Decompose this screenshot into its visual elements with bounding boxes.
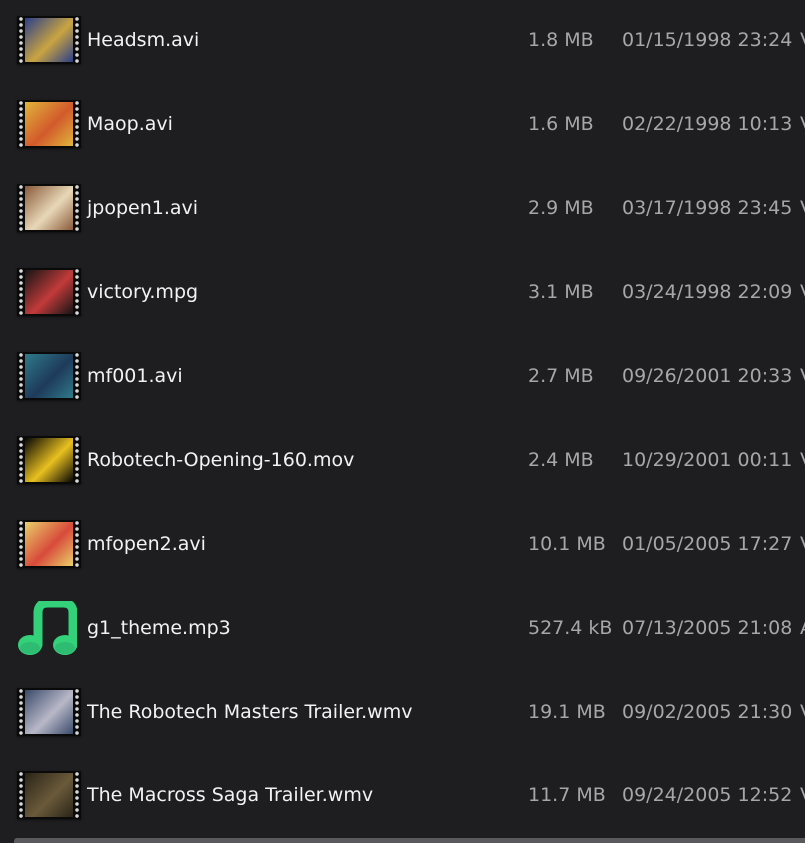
file-type: V	[800, 197, 805, 219]
file-modified: 07/13/2005 21:08	[622, 617, 793, 639]
file-size: 3.1 MB	[528, 281, 594, 303]
file-type: V	[800, 281, 805, 303]
video-thumbnail-icon	[17, 520, 81, 568]
file-modified: 01/05/2005 17:27	[622, 533, 793, 555]
video-thumbnail-icon	[17, 771, 81, 819]
file-name: Maop.avi	[87, 113, 173, 135]
file-row[interactable]: victory.mpg 3.1 MB 03/24/1998 22:09 V	[0, 252, 805, 336]
file-modified: 10/29/2001 00:11	[622, 449, 793, 471]
video-thumbnail-icon	[17, 268, 81, 316]
file-modified: 01/15/1998 23:24	[622, 29, 793, 51]
file-name: jpopen1.avi	[87, 197, 199, 219]
file-type: V	[800, 449, 805, 471]
file-name: mf001.avi	[87, 365, 183, 387]
file-name: g1_theme.mp3	[87, 617, 231, 639]
file-type: V	[800, 533, 805, 555]
file-row[interactable]: Robotech-Opening-160.mov 2.4 MB 10/29/20…	[0, 420, 805, 504]
file-modified: 09/24/2005 12:52	[622, 784, 793, 806]
file-row[interactable]: The Macross Saga Trailer.wmv 11.7 MB 09/…	[0, 756, 805, 840]
file-row[interactable]: mf001.avi 2.7 MB 09/26/2001 20:33 V	[0, 336, 805, 420]
file-modified: 03/17/1998 23:45	[622, 197, 793, 219]
file-list[interactable]: Headsm.avi 1.8 MB 01/15/1998 23:24 V Mao…	[0, 0, 805, 843]
video-thumbnail-icon	[17, 184, 81, 232]
file-modified: 09/02/2005 21:30	[622, 701, 793, 723]
file-name: The Macross Saga Trailer.wmv	[87, 784, 374, 806]
file-modified: 02/22/1998 10:13	[622, 113, 793, 135]
file-row[interactable]: The Robotech Masters Trailer.wmv 19.1 MB…	[0, 672, 805, 756]
file-type: V	[800, 29, 805, 51]
file-type: V	[800, 113, 805, 135]
file-size: 1.8 MB	[528, 29, 594, 51]
music-note-icon	[18, 601, 77, 655]
video-thumbnail-icon	[17, 688, 81, 736]
video-thumbnail-icon	[17, 16, 81, 64]
file-row[interactable]: mfopen2.avi 10.1 MB 01/05/2005 17:27 V	[0, 504, 805, 588]
horizontal-scrollbar[interactable]	[14, 838, 805, 843]
file-size: 11.7 MB	[528, 784, 606, 806]
file-name: victory.mpg	[87, 281, 199, 303]
file-size: 2.9 MB	[528, 197, 594, 219]
file-type: A	[800, 617, 805, 639]
file-type: V	[800, 365, 805, 387]
video-thumbnail-icon	[17, 100, 81, 148]
file-name: Robotech-Opening-160.mov	[87, 449, 355, 471]
file-size: 2.7 MB	[528, 365, 594, 387]
file-modified: 03/24/1998 22:09	[622, 281, 793, 303]
file-row[interactable]: jpopen1.avi 2.9 MB 03/17/1998 23:45 V	[0, 168, 805, 252]
file-size: 19.1 MB	[528, 701, 606, 723]
video-thumbnail-icon	[17, 352, 81, 400]
file-name: mfopen2.avi	[87, 533, 206, 555]
file-row[interactable]: Headsm.avi 1.8 MB 01/15/1998 23:24 V	[0, 0, 805, 84]
file-name: The Robotech Masters Trailer.wmv	[87, 701, 413, 723]
file-row[interactable]: Maop.avi 1.6 MB 02/22/1998 10:13 V	[0, 84, 805, 168]
file-type: V	[800, 701, 805, 723]
file-modified: 09/26/2001 20:33	[622, 365, 793, 387]
video-thumbnail-icon	[17, 436, 81, 484]
file-name: Headsm.avi	[87, 29, 200, 51]
file-size: 527.4 kB	[528, 617, 613, 639]
file-size: 1.6 MB	[528, 113, 594, 135]
file-size: 10.1 MB	[528, 533, 606, 555]
file-row[interactable]: g1_theme.mp3 527.4 kB 07/13/2005 21:08 A	[0, 588, 805, 672]
file-type: V	[800, 784, 805, 806]
file-size: 2.4 MB	[528, 449, 594, 471]
